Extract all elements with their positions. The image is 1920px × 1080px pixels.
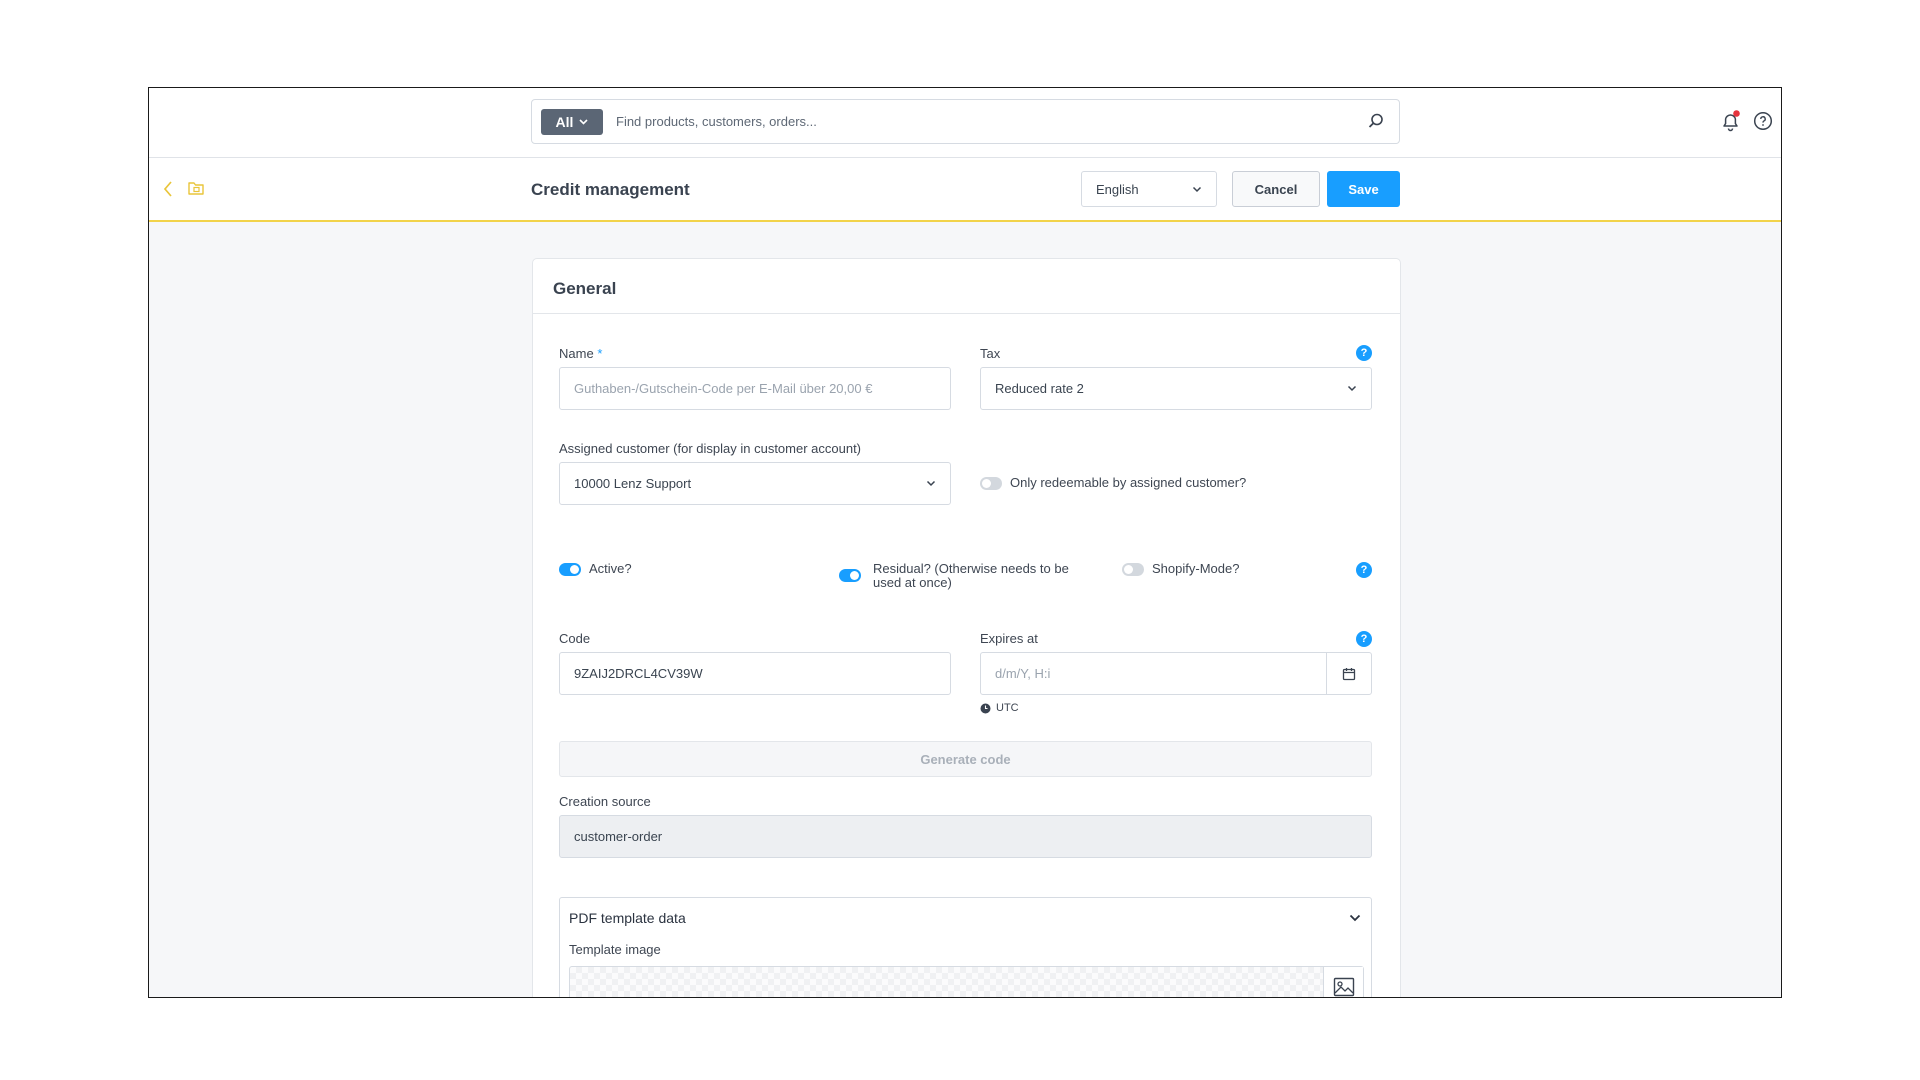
- assigned-customer-select[interactable]: 10000 Lenz Support: [559, 462, 951, 505]
- toggle-knob: [570, 565, 579, 574]
- creation-source-field: customer-order: [559, 815, 1372, 858]
- residual-label: Residual? (Otherwise needs to be used at…: [873, 562, 1069, 590]
- chevron-down-icon: [1347, 385, 1357, 392]
- expires-at-placeholder: d/m/Y, H:i: [995, 666, 1051, 681]
- creation-source-label: Creation source: [559, 794, 651, 809]
- expires-at-input[interactable]: d/m/Y, H:i: [980, 652, 1372, 695]
- creation-source-value: customer-order: [574, 829, 663, 844]
- language-value: English: [1096, 181, 1139, 197]
- chevron-down-icon: [1192, 186, 1202, 192]
- search-scope-dropdown[interactable]: All: [541, 109, 603, 135]
- tax-help-icon[interactable]: ?: [1356, 345, 1372, 361]
- chevron-down-icon: [926, 480, 936, 487]
- image-upload-button[interactable]: [1323, 967, 1363, 997]
- only-redeemable-label: Only redeemable by assigned customer?: [1010, 475, 1247, 490]
- expires-at-label: Expires at: [980, 631, 1038, 646]
- tax-label: Tax: [980, 346, 1001, 361]
- action-bar: Credit management English Cancel Save: [149, 158, 1781, 222]
- divider: [533, 313, 1400, 314]
- toggle-knob: [982, 479, 991, 488]
- search-input[interactable]: [616, 100, 1336, 143]
- tax-value: Reduced rate 2: [995, 381, 1084, 396]
- residual-toggle[interactable]: [839, 569, 861, 582]
- chevron-down-icon[interactable]: [1349, 914, 1361, 922]
- pdf-template-title[interactable]: PDF template data: [569, 910, 686, 926]
- code-input[interactable]: 9ZAIJ2DRCL4CV39W: [559, 652, 951, 695]
- back-chevron-icon[interactable]: [162, 180, 174, 198]
- global-search: All: [531, 99, 1400, 144]
- tax-select[interactable]: Reduced rate 2: [980, 367, 1372, 410]
- code-value: 9ZAIJ2DRCL4CV39W: [574, 666, 703, 681]
- toggle-knob: [850, 571, 859, 580]
- calendar-icon: [1342, 667, 1356, 680]
- calendar-button[interactable]: [1326, 653, 1371, 694]
- residual-label-line1: Residual? (Otherwise needs to be: [873, 561, 1069, 576]
- toggle-knob: [1124, 565, 1133, 574]
- assigned-customer-label: Assigned customer (for display in custom…: [559, 441, 862, 456]
- name-label-text: Name: [559, 346, 594, 361]
- clock-icon: [980, 703, 991, 713]
- page-title: Credit management: [531, 180, 690, 199]
- assigned-customer-value: 10000 Lenz Support: [574, 476, 692, 491]
- timezone-hint: UTC: [980, 702, 1019, 714]
- search-scope-label: All: [555, 114, 574, 130]
- cancel-button[interactable]: Cancel: [1232, 171, 1320, 207]
- template-image-label: Template image: [569, 942, 661, 957]
- expires-help-icon[interactable]: ?: [1356, 631, 1372, 647]
- name-placeholder: Guthaben-/Gutschein-Code per E-Mail über…: [574, 381, 873, 396]
- toggles-help-icon[interactable]: ?: [1356, 562, 1372, 578]
- name-input[interactable]: Guthaben-/Gutschein-Code per E-Mail über…: [559, 367, 951, 410]
- general-card: General Name * Guthaben-/Gutschein-Code …: [532, 258, 1401, 997]
- shopify-mode-label: Shopify-Mode?: [1152, 561, 1240, 576]
- app-window: All Credit management English Can: [148, 87, 1782, 998]
- notification-bell-icon[interactable]: [1720, 109, 1742, 133]
- shopify-mode-toggle[interactable]: [1122, 563, 1144, 576]
- image-icon: [1333, 977, 1354, 997]
- code-label: Code: [559, 631, 591, 646]
- chevron-down-icon: [579, 119, 589, 125]
- language-select[interactable]: English: [1081, 171, 1217, 207]
- residual-label-line2: used at once): [873, 575, 952, 590]
- generate-code-button[interactable]: Generate code: [559, 741, 1372, 777]
- required-mark: *: [597, 346, 603, 361]
- only-redeemable-toggle[interactable]: [980, 477, 1002, 490]
- top-bar: All: [149, 88, 1781, 158]
- search-icon[interactable]: [1367, 112, 1385, 130]
- name-label: Name *: [559, 346, 602, 361]
- active-toggle[interactable]: [559, 563, 581, 576]
- help-icon[interactable]: [1753, 111, 1773, 131]
- active-label: Active?: [589, 561, 632, 576]
- save-button[interactable]: Save: [1327, 171, 1400, 207]
- folder-icon[interactable]: [187, 179, 205, 197]
- pdf-template-panel: PDF template data Template image: [559, 897, 1372, 997]
- card-title: General: [553, 279, 617, 298]
- template-image-dropzone[interactable]: [569, 966, 1364, 997]
- timezone-text: UTC: [996, 702, 1019, 714]
